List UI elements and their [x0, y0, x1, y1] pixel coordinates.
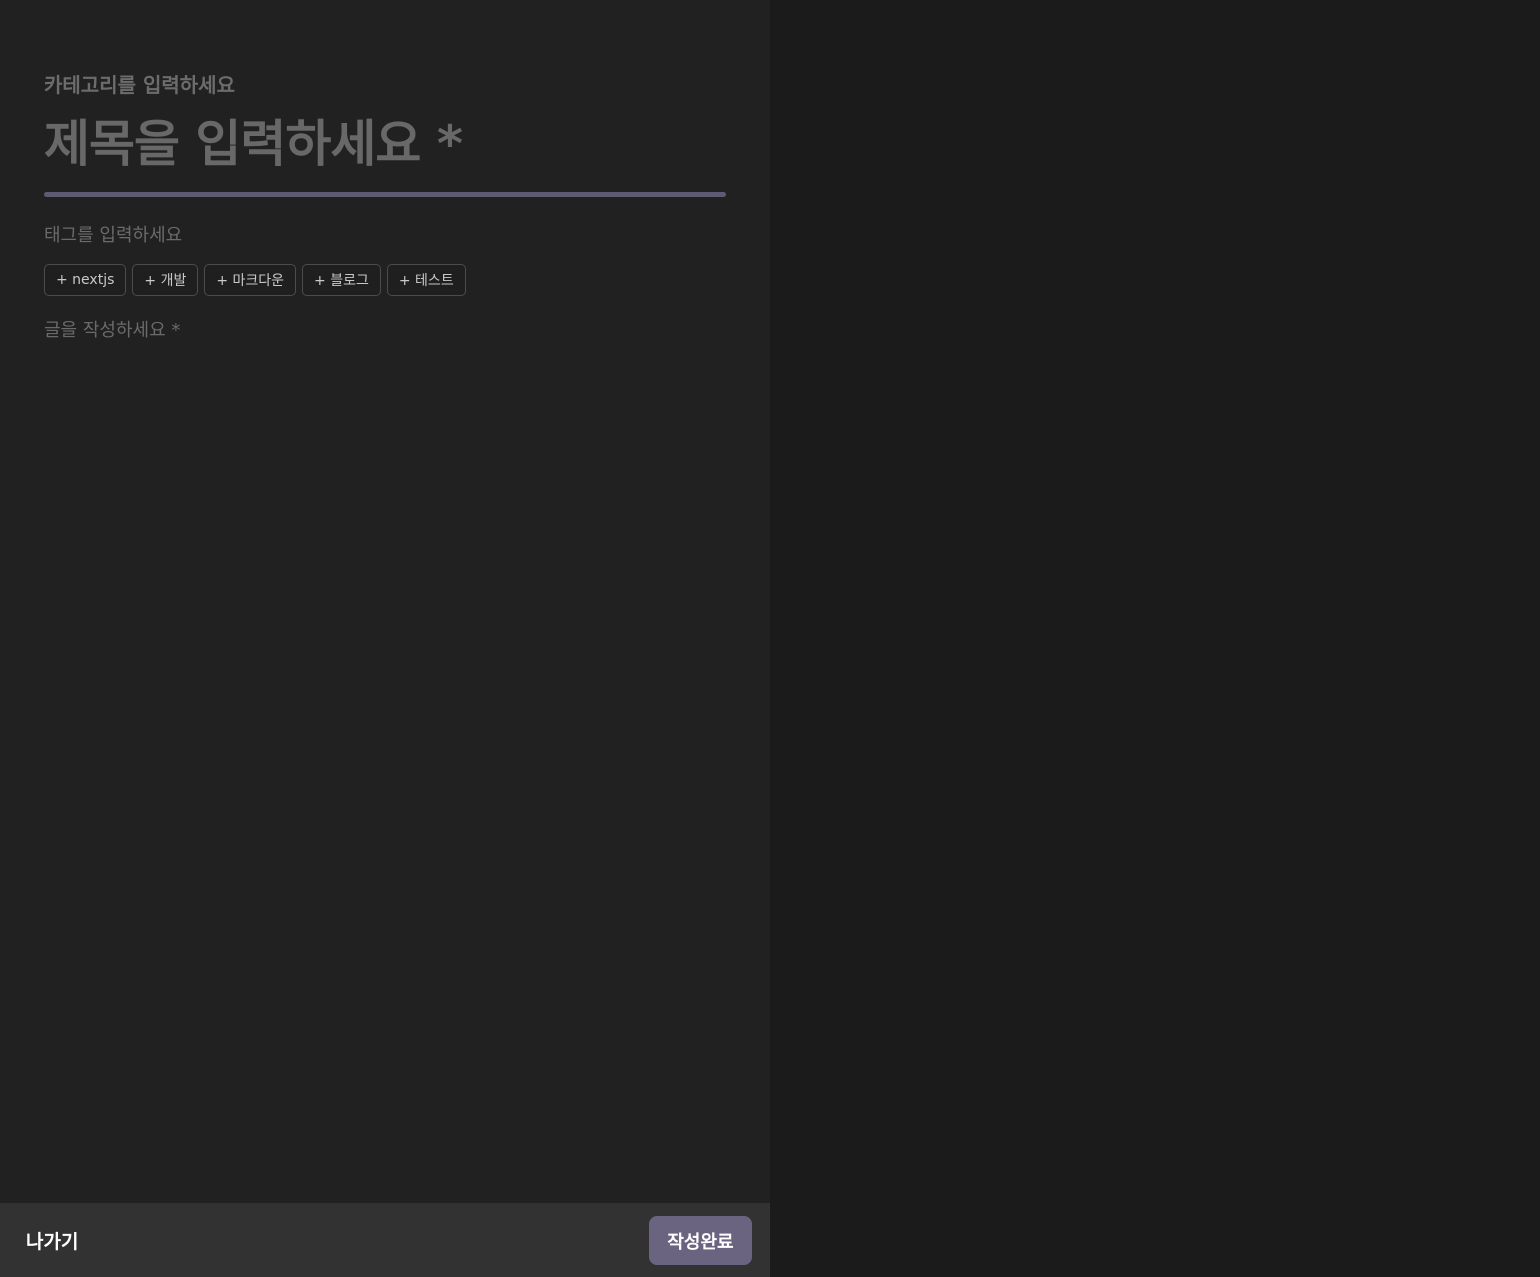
editor-form: + nextjs + 개발 + 마크다운 + 블로그 + 테스트 — [44, 70, 726, 1136]
title-input[interactable] — [44, 112, 726, 176]
editor-footer: 나가기 작성완료 — [0, 1203, 770, 1277]
tag-chip-test[interactable]: + 테스트 — [386, 264, 466, 296]
tag-chip-markdown[interactable]: + 마크다운 — [204, 264, 297, 296]
exit-button[interactable]: 나가기 — [14, 1221, 90, 1259]
editor-pane: + nextjs + 개발 + 마크다운 + 블로그 + 테스트 나가기 작성완… — [0, 0, 770, 1277]
tag-chip-development[interactable]: + 개발 — [132, 264, 199, 296]
category-input[interactable] — [44, 70, 726, 100]
submit-button[interactable]: 작성완료 — [649, 1216, 752, 1265]
body-textarea[interactable] — [44, 316, 726, 1136]
preview-pane — [770, 0, 1540, 1277]
tag-input[interactable] — [44, 221, 726, 249]
post-editor-page: + nextjs + 개발 + 마크다운 + 블로그 + 테스트 나가기 작성완… — [0, 0, 1540, 1277]
title-divider — [44, 192, 726, 197]
suggested-tag-list: + nextjs + 개발 + 마크다운 + 블로그 + 테스트 — [44, 264, 726, 296]
tag-chip-blog[interactable]: + 블로그 — [302, 264, 381, 296]
tag-chip-nextjs[interactable]: + nextjs — [44, 264, 127, 296]
